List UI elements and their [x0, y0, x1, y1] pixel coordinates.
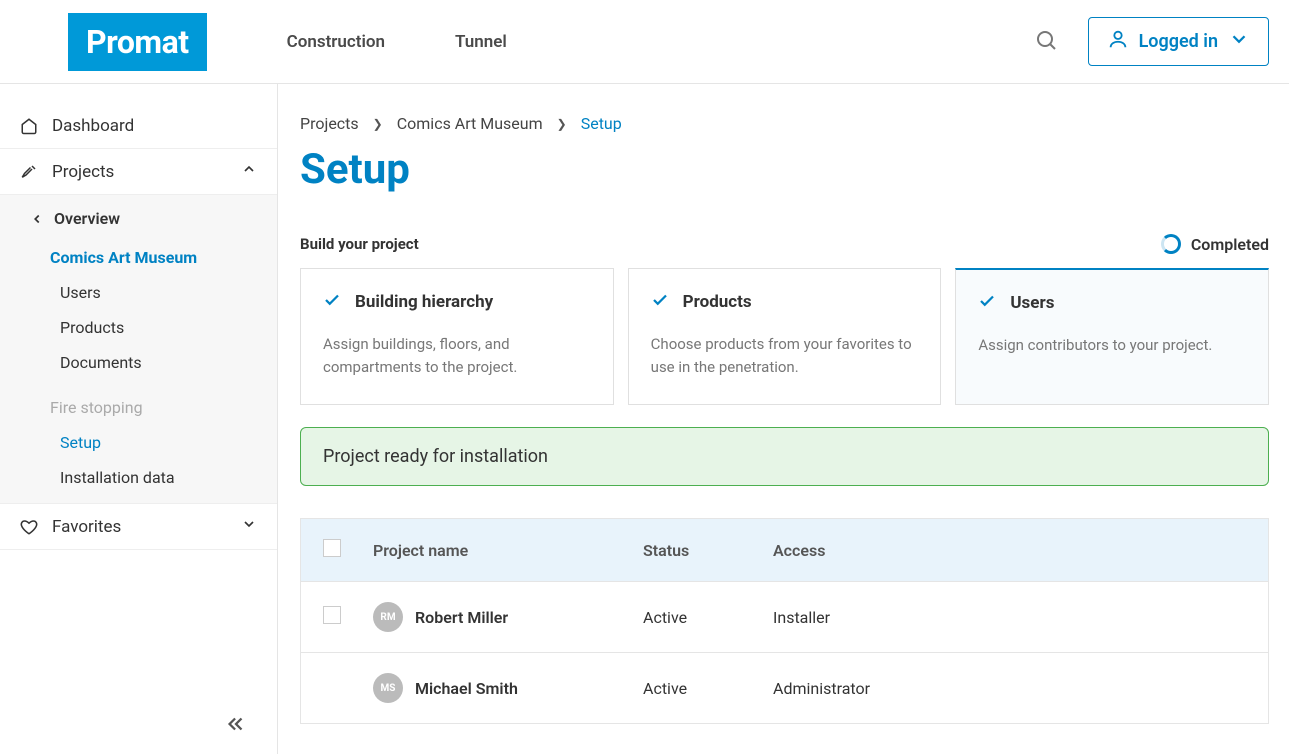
- user-icon: [1107, 28, 1129, 55]
- card-building-hierarchy[interactable]: Building hierarchy Assign buildings, flo…: [300, 268, 614, 405]
- card-description: Choose products from your favorites to u…: [651, 333, 919, 378]
- sidebar-item-setup[interactable]: Setup: [0, 425, 277, 460]
- home-icon: [20, 117, 40, 135]
- section-label: Build your project: [300, 235, 419, 253]
- chevron-left-icon: [30, 212, 44, 226]
- search-icon[interactable]: [1034, 28, 1058, 56]
- breadcrumb-projects[interactable]: Projects: [300, 114, 359, 133]
- user-name: Robert Miller: [415, 608, 508, 627]
- sidebar-projects-group: Overview Comics Art Museum Users Product…: [0, 195, 277, 504]
- select-all-checkbox[interactable]: [323, 539, 341, 557]
- check-icon: [323, 291, 341, 313]
- user-status: Active: [643, 608, 773, 627]
- sidebar-fire-stopping: Fire stopping: [0, 390, 277, 425]
- col-header-status: Status: [643, 541, 773, 560]
- user-access: Installer: [773, 608, 1246, 627]
- page-title: Setup: [300, 145, 1269, 194]
- card-title: Users: [1010, 293, 1054, 313]
- sidebar-item-products[interactable]: Products: [0, 310, 277, 345]
- sidebar-item-projects[interactable]: Projects: [0, 149, 277, 195]
- user-status: Active: [643, 679, 773, 698]
- sidebar-item-users[interactable]: Users: [0, 275, 277, 310]
- card-description: Assign contributors to your project.: [978, 334, 1246, 357]
- main-content: Projects ❯ Comics Art Museum ❯ Setup Set…: [278, 84, 1289, 754]
- chevron-right-icon: ❯: [557, 117, 567, 131]
- sidebar-item-documents[interactable]: Documents: [0, 345, 277, 390]
- avatar: RM: [373, 602, 403, 632]
- breadcrumb-project-name[interactable]: Comics Art Museum: [397, 114, 543, 133]
- nav-tunnel[interactable]: Tunnel: [455, 32, 507, 52]
- sidebar-overview-label: Overview: [54, 209, 120, 228]
- card-products[interactable]: Products Choose products from your favor…: [628, 268, 942, 405]
- card-title: Building hierarchy: [355, 292, 493, 312]
- chevron-down-icon: [1228, 28, 1250, 55]
- sidebar-item-favorites[interactable]: Favorites: [0, 504, 277, 550]
- logged-in-label: Logged in: [1139, 31, 1218, 52]
- table-header: Project name Status Access: [301, 519, 1268, 582]
- user-access: Administrator: [773, 679, 1246, 698]
- chevron-right-icon: ❯: [373, 117, 383, 131]
- completed-label: Completed: [1191, 235, 1269, 254]
- sidebar-item-dashboard[interactable]: Dashboard: [0, 104, 277, 149]
- table-row[interactable]: MS Michael Smith Active Administrator: [301, 653, 1268, 723]
- users-table: Project name Status Access RM Robert Mil…: [300, 518, 1269, 724]
- user-name: Michael Smith: [415, 679, 518, 698]
- logo: Promat: [68, 13, 207, 71]
- ready-banner: Project ready for installation: [300, 427, 1269, 486]
- breadcrumb: Projects ❯ Comics Art Museum ❯ Setup: [300, 114, 1269, 133]
- sidebar-favorites-label: Favorites: [52, 517, 121, 537]
- check-icon: [978, 292, 996, 314]
- collapse-sidebar-button[interactable]: [225, 713, 247, 739]
- sidebar: Dashboard Projects Overview C: [0, 84, 278, 754]
- card-title: Products: [683, 292, 752, 312]
- card-description: Assign buildings, floors, and compartmen…: [323, 333, 591, 378]
- sidebar-dashboard-label: Dashboard: [52, 116, 134, 136]
- card-users[interactable]: Users Assign contributors to your projec…: [955, 268, 1269, 405]
- setup-cards: Building hierarchy Assign buildings, flo…: [300, 268, 1269, 405]
- chevron-down-icon: [241, 516, 257, 537]
- sidebar-overview[interactable]: Overview: [0, 195, 277, 240]
- sidebar-projects-label: Projects: [52, 162, 114, 182]
- top-nav: Construction Tunnel: [287, 32, 507, 52]
- col-header-access: Access: [773, 541, 1246, 560]
- col-header-name: Project name: [373, 541, 643, 560]
- breadcrumb-current: Setup: [581, 114, 622, 133]
- tools-icon: [20, 163, 40, 181]
- chevron-up-icon: [241, 161, 257, 182]
- avatar: MS: [373, 673, 403, 703]
- logged-in-button[interactable]: Logged in: [1088, 17, 1269, 66]
- top-header: Promat Construction Tunnel Logged in: [0, 0, 1289, 84]
- progress-icon: [1161, 234, 1181, 254]
- table-row[interactable]: RM Robert Miller Active Installer: [301, 582, 1268, 653]
- sidebar-item-installation-data[interactable]: Installation data: [0, 460, 277, 503]
- check-icon: [651, 291, 669, 313]
- sidebar-project-name[interactable]: Comics Art Museum: [0, 240, 277, 275]
- heart-icon: [20, 518, 40, 536]
- nav-construction[interactable]: Construction: [287, 32, 385, 52]
- row-checkbox[interactable]: [323, 606, 341, 624]
